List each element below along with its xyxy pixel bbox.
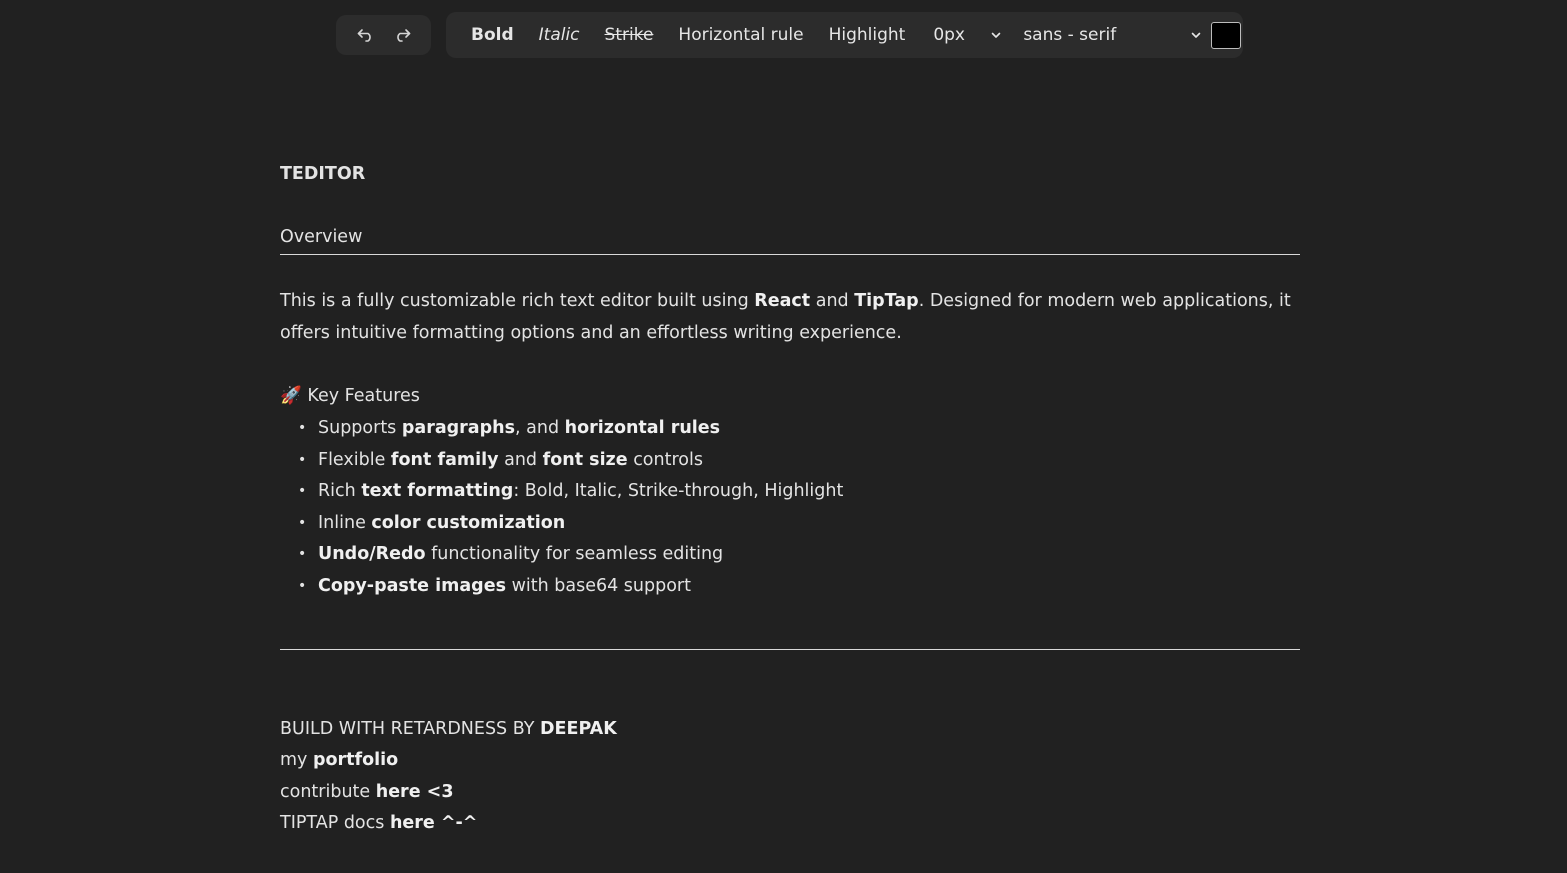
font-size-value: 0px bbox=[933, 25, 965, 45]
feature-bold: text formatting bbox=[361, 481, 514, 502]
undo-button[interactable] bbox=[355, 24, 377, 46]
feature-text: , and bbox=[515, 418, 565, 438]
font-family-value: sans - serif bbox=[1023, 25, 1117, 45]
font-family-select[interactable]: sans - serif bbox=[1023, 25, 1203, 45]
undo-icon bbox=[357, 29, 371, 42]
feature-bold: font size bbox=[542, 449, 628, 470]
feature-bold: color customization bbox=[371, 512, 566, 533]
features-heading: 🚀 Key Features bbox=[280, 380, 1300, 412]
intro-react: React bbox=[754, 291, 811, 311]
feature-bold: Undo/Redo bbox=[318, 544, 426, 565]
intro-tiptap: TipTap bbox=[854, 291, 919, 311]
portfolio-text: my bbox=[280, 750, 313, 771]
chevron-down-icon bbox=[1189, 28, 1203, 42]
highlight-button[interactable]: Highlight bbox=[829, 25, 906, 45]
horizontal-rule bbox=[280, 648, 1300, 650]
credit-text: BUILD WITH RETARDNESS BY bbox=[280, 718, 541, 739]
intro-text: This is a fully customizable rich text e… bbox=[280, 291, 755, 311]
feature-text: with base64 support bbox=[506, 575, 691, 596]
docs-link[interactable]: here ^-^ bbox=[390, 813, 478, 833]
contribute-line: contribute here <3 bbox=[280, 776, 1300, 808]
credit-line: BUILD WITH RETARDNESS BY DEEPAK bbox=[280, 713, 1300, 745]
toolbar: Bold Italic Strike Horizontal rule Highl… bbox=[0, 12, 1567, 58]
features-list: Supports paragraphs, and horizontal rule… bbox=[280, 412, 1300, 602]
feature-text: Inline bbox=[318, 512, 372, 533]
feature-text: controls bbox=[627, 449, 703, 470]
list-item: Rich text formatting: Bold, Italic, Stri… bbox=[298, 475, 1300, 507]
feature-text: functionality for seamless editing bbox=[425, 544, 724, 565]
list-item: Copy-paste images with base64 support bbox=[298, 570, 1300, 602]
italic-button[interactable]: Italic bbox=[539, 25, 580, 45]
portfolio-link[interactable]: portfolio bbox=[313, 750, 398, 770]
horizontal-rule-button[interactable]: Horizontal rule bbox=[678, 25, 803, 45]
portfolio-line: my portfolio bbox=[280, 744, 1300, 776]
list-item: Inline color customization bbox=[298, 507, 1300, 539]
credit-name: DEEPAK bbox=[540, 718, 617, 739]
chevron-down-icon bbox=[989, 28, 1003, 42]
intro-paragraph: This is a fully customizable rich text e… bbox=[280, 285, 1300, 349]
rocket-icon: 🚀 bbox=[280, 386, 302, 406]
feature-bold: font family bbox=[390, 449, 499, 470]
features-heading-text: Key Features bbox=[307, 386, 420, 406]
docs-text: TIPTAP docs bbox=[280, 813, 390, 834]
redo-icon bbox=[396, 29, 410, 42]
strike-button[interactable]: Strike bbox=[605, 25, 654, 45]
feature-bold: horizontal rules bbox=[564, 418, 721, 438]
bold-button[interactable]: Bold bbox=[471, 25, 514, 45]
overview-heading: Overview bbox=[280, 221, 1300, 255]
feature-bold: paragraphs bbox=[401, 418, 516, 438]
list-item: Flexible font family and font size contr… bbox=[298, 444, 1300, 476]
list-item: Undo/Redo functionality for seamless edi… bbox=[298, 538, 1300, 570]
editor-content[interactable]: TEDITOR Overview This is a fully customi… bbox=[280, 150, 1300, 839]
footer-section: BUILD WITH RETARDNESS BY DEEPAK my portf… bbox=[280, 713, 1300, 839]
intro-text: and bbox=[810, 291, 855, 311]
feature-text: Supports bbox=[318, 418, 402, 438]
docs-line: TIPTAP docs here ^-^ bbox=[280, 807, 1300, 839]
contribute-text: contribute bbox=[280, 781, 376, 802]
format-toolbar: Bold Italic Strike Horizontal rule Highl… bbox=[446, 12, 1243, 58]
feature-text: Flexible bbox=[318, 449, 391, 470]
history-group bbox=[336, 15, 431, 55]
document-title: TEDITOR bbox=[280, 164, 366, 184]
feature-text: Rich bbox=[318, 481, 362, 502]
list-item: Supports paragraphs, and horizontal rule… bbox=[298, 412, 1300, 444]
feature-bold: Copy-paste images bbox=[318, 575, 506, 596]
feature-text: : Bold, Italic, Strike-through, Highligh… bbox=[513, 481, 844, 502]
text-color-picker[interactable] bbox=[1211, 21, 1242, 49]
font-size-select[interactable]: 0px bbox=[933, 25, 1003, 45]
redo-button[interactable] bbox=[391, 24, 413, 46]
feature-text: and bbox=[498, 449, 543, 470]
contribute-link[interactable]: here <3 bbox=[376, 782, 454, 802]
